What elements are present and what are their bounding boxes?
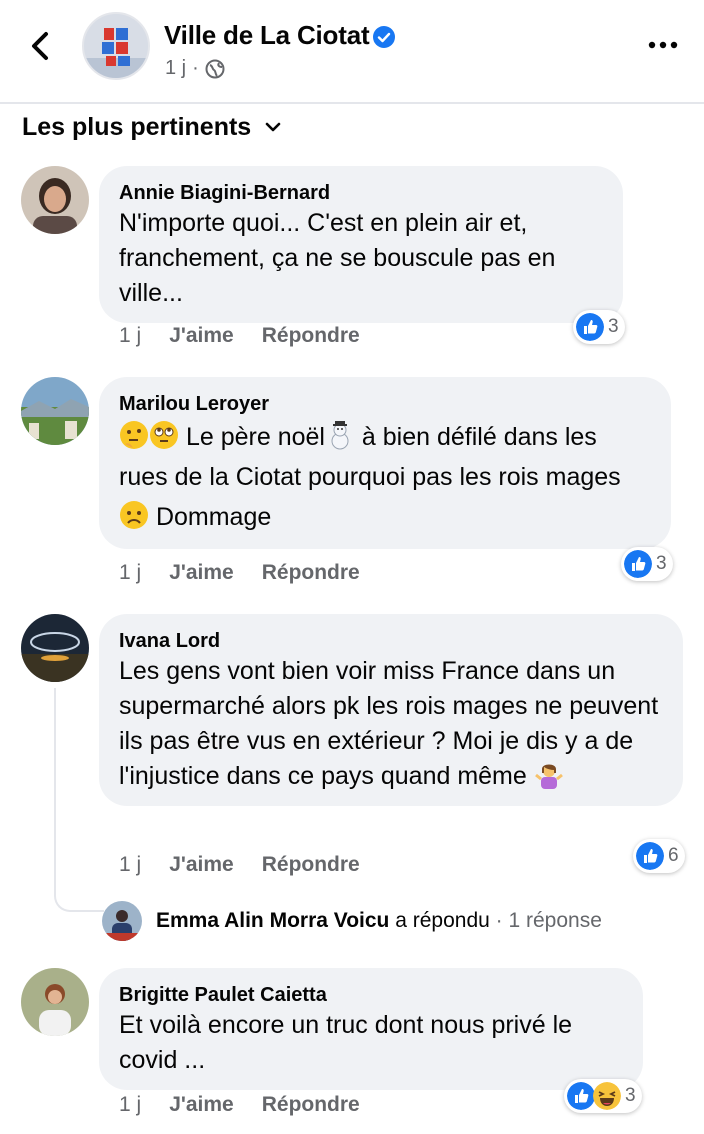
comment-text: Les gens vont bien voir miss France dans…: [119, 654, 663, 794]
like-reaction-icon: [567, 1082, 595, 1110]
comment-time[interactable]: 1 j: [119, 1093, 141, 1117]
reaction-count: 3: [608, 316, 619, 337]
globe-icon: [205, 59, 225, 78]
reply-button[interactable]: Répondre: [262, 1093, 360, 1117]
person-photo-icon: [21, 968, 89, 1036]
reply-count: · 1 réponse: [495, 909, 602, 932]
person-photo-icon: [21, 166, 89, 234]
reaction-summary[interactable]: 3: [564, 1079, 642, 1113]
landscape-photo-icon: [21, 377, 89, 445]
comment-text-part: Le père noël: [185, 423, 325, 451]
reaction-summary[interactable]: 3: [621, 547, 673, 581]
avatar[interactable]: [21, 377, 89, 445]
thinking-face-emoji-icon: [120, 421, 148, 449]
like-button[interactable]: J'aime: [169, 561, 234, 585]
page-logo-icon: [84, 14, 148, 78]
post-time[interactable]: 1 j: [165, 57, 186, 80]
reply-button[interactable]: Répondre: [262, 853, 360, 877]
avatar[interactable]: [21, 614, 89, 682]
post-header: Ville de La Ciotat 1 j ·: [0, 0, 704, 104]
like-reaction-icon: [636, 842, 664, 870]
haha-reaction-icon: [593, 1082, 621, 1110]
comment-bubble[interactable]: Brigitte Paulet Caietta Et voilà encore …: [99, 968, 643, 1090]
reply-summary: Emma Alin Morra Voicu a répondu · 1 répo…: [156, 909, 602, 933]
avatar[interactable]: [21, 968, 89, 1036]
reply-author: Emma Alin Morra Voicu: [156, 909, 390, 932]
reaction-count: 6: [668, 845, 679, 866]
page-name[interactable]: Ville de La Ciotat: [164, 20, 370, 51]
back-arrow-icon[interactable]: [22, 26, 58, 66]
reply-button[interactable]: Répondre: [262, 324, 360, 348]
avatar[interactable]: [21, 166, 89, 234]
comment-author[interactable]: Ivana Lord: [119, 628, 663, 654]
eye-roll-emoji-icon: [150, 421, 178, 449]
comment-text-part: Les gens vont bien voir miss France dans…: [119, 657, 659, 790]
comment-text: Le père noël à bien défilé dans les rues…: [119, 417, 651, 537]
comment-bubble[interactable]: Annie Biagini-Bernard N'importe quoi... …: [99, 166, 623, 323]
like-button[interactable]: J'aime: [169, 324, 234, 348]
more-options-icon[interactable]: [648, 38, 678, 52]
reaction-summary[interactable]: 3: [573, 310, 625, 344]
like-reaction-icon: [624, 550, 652, 578]
comment-author[interactable]: Annie Biagini-Bernard: [119, 180, 603, 206]
view-replies-link[interactable]: Emma Alin Morra Voicu a répondu · 1 répo…: [102, 901, 602, 941]
comment-author[interactable]: Marilou Leroyer: [119, 391, 651, 417]
worried-face-emoji-icon: [120, 501, 148, 529]
comment-text: N'importe quoi... C'est en plein air et,…: [119, 209, 556, 307]
comment-actions: 1 j J'aime Répondre: [119, 561, 360, 585]
like-button[interactable]: J'aime: [169, 1093, 234, 1117]
reply-button[interactable]: Répondre: [262, 561, 360, 585]
comment-text: Et voilà encore un truc dont nous privé …: [119, 1011, 573, 1074]
verified-badge-icon: [373, 26, 395, 48]
reaction-count: 3: [625, 1085, 636, 1106]
like-reaction-icon: [576, 313, 604, 341]
reaction-summary[interactable]: 6: [633, 839, 685, 873]
comment-time[interactable]: 1 j: [119, 561, 141, 585]
comment-time[interactable]: 1 j: [119, 324, 141, 348]
reply-thread-line: [54, 688, 104, 912]
page-avatar[interactable]: [82, 12, 150, 80]
sunset-photo-icon: [21, 614, 89, 682]
comment-bubble[interactable]: Marilou Leroyer Le père noël à bien défi…: [99, 377, 671, 549]
comment-time[interactable]: 1 j: [119, 853, 141, 877]
sort-label: Les plus pertinents: [22, 112, 252, 141]
comment-actions: 1 j J'aime Répondre: [119, 324, 360, 348]
reaction-count: 3: [656, 553, 667, 574]
comment-text-part: Dommage: [155, 503, 272, 531]
avatar: [102, 901, 142, 941]
comment-sort-selector[interactable]: Les plus pertinents: [22, 110, 283, 144]
shrugging-woman-emoji-icon: [534, 764, 563, 789]
reply-verb: a répondu: [395, 909, 490, 932]
comment-actions: 1 j J'aime Répondre: [119, 853, 360, 877]
meta-separator: ·: [192, 57, 199, 79]
post-meta: 1 j ·: [165, 57, 225, 80]
comment-author[interactable]: Brigitte Paulet Caietta: [119, 982, 623, 1008]
snowman-emoji-icon: [331, 421, 349, 450]
chevron-down-icon: [265, 122, 281, 132]
comment-bubble[interactable]: Ivana Lord Les gens vont bien voir miss …: [99, 614, 683, 806]
person-photo-icon: [102, 901, 142, 941]
like-button[interactable]: J'aime: [169, 853, 234, 877]
comment-actions: 1 j J'aime Répondre: [119, 1093, 360, 1117]
